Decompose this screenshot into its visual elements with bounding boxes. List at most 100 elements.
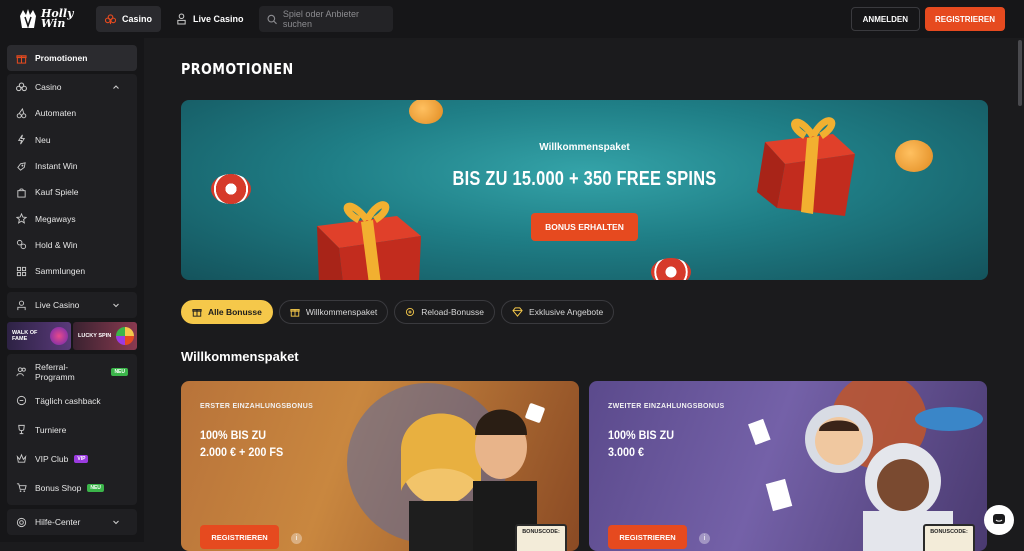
- wheel-icon: [116, 327, 134, 346]
- walk-of-fame-tile[interactable]: WALK OF FAME: [7, 322, 71, 351]
- cashback-icon: [16, 396, 27, 406]
- sidebar-extras: Referral-Programm NEU Täglich cashback T…: [7, 354, 137, 506]
- sidebar-item-automaten[interactable]: Automaten: [7, 100, 137, 126]
- sidebar-item-help[interactable]: Hilfe-Center: [7, 509, 137, 535]
- crown-icon: [20, 9, 36, 29]
- chat-button[interactable]: [984, 505, 1014, 535]
- rocket-icon: [17, 161, 26, 171]
- sidebar-item-label: Kauf Spiele: [35, 187, 79, 198]
- crown-icon: [16, 453, 27, 463]
- sidebar-promo-tiles: WALK OF FAME LUCKY SPIN: [7, 322, 137, 351]
- tab-live-casino-label: Live Casino: [193, 14, 244, 24]
- scrollbar[interactable]: [1016, 38, 1024, 542]
- sidebar-item-casino[interactable]: Casino: [7, 74, 137, 100]
- info-icon[interactable]: i: [291, 533, 302, 544]
- sidebar: Promotionen Casino Automaten Neu Instant…: [0, 38, 144, 542]
- chip-label: Alle Bonusse: [208, 307, 262, 317]
- sidebar-item-label: Promotionen: [35, 53, 88, 63]
- bonus-code-box[interactable]: BONUSCODE:: [515, 524, 567, 551]
- chip-label: Willkommenspaket: [305, 307, 378, 317]
- info-icon[interactable]: i: [699, 533, 710, 544]
- register-button[interactable]: REGISTRIEREN: [200, 525, 279, 549]
- new-badge: NEU: [87, 483, 104, 492]
- cart-icon: [16, 483, 27, 493]
- help-icon: [16, 517, 27, 527]
- second-deposit-card[interactable]: ZWEITER EINZAHLUNGSBONUS 100% BIS ZU 3.0…: [589, 381, 987, 551]
- sidebar-item-live-casino[interactable]: Live Casino: [7, 292, 137, 318]
- chevron-up-icon[interactable]: [112, 83, 120, 91]
- sidebar-item-label: Automaten: [35, 108, 77, 119]
- sidebar-item-label: Hilfe-Center: [35, 517, 81, 528]
- tile-label: WALK OF FAME: [12, 330, 38, 343]
- top-bar: Holly Win Casino Live Casino Spiel oder …: [0, 0, 1024, 38]
- sidebar-item-label: Live Casino: [35, 300, 80, 311]
- bonus-filter-chips: Alle Bonusse Willkommenspaket Reload-Bon…: [181, 300, 615, 324]
- chip-label: Exklusive Angebote: [529, 307, 604, 317]
- card-title: 100% BIS ZU 2.000 € + 200 FS: [200, 428, 284, 459]
- gift-icon: [290, 309, 300, 317]
- coins-icon: [16, 240, 27, 250]
- filter-exclusive-offers[interactable]: Exklusive Angebote: [501, 300, 615, 324]
- trophy-icon: [18, 425, 25, 435]
- sidebar-item-label: VIP Club: [35, 453, 69, 464]
- page-title: PROMOTIONEN: [181, 60, 294, 78]
- chip-icon: [211, 174, 251, 204]
- tab-live-casino[interactable]: Live Casino: [167, 6, 253, 32]
- tab-casino[interactable]: Casino: [96, 6, 162, 32]
- logo[interactable]: Holly Win: [18, 3, 82, 35]
- search-input[interactable]: Spiel oder Anbieter suchen: [258, 6, 393, 32]
- chevron-down-icon[interactable]: [112, 301, 120, 309]
- sidebar-item-megaways[interactable]: Megaways: [7, 205, 137, 231]
- tile-label: LUCKY SPIN: [78, 333, 112, 340]
- sidebar-item-label: Instant Win: [35, 161, 78, 172]
- sidebar-item-cashback[interactable]: Täglich cashback: [7, 386, 137, 415]
- sidebar-item-hold-win[interactable]: Hold & Win: [7, 232, 137, 258]
- tab-casino-label: Casino: [122, 14, 153, 24]
- bonus-claim-button[interactable]: BONUS ERHALTEN: [531, 213, 638, 241]
- gift-icon: [16, 54, 27, 64]
- dealer-icon: [177, 13, 186, 25]
- sidebar-item-label: Bonus Shop: [35, 482, 82, 493]
- sidebar-item-label: Megaways: [35, 213, 76, 224]
- sidebar-item-turniere[interactable]: Turniere: [7, 415, 137, 444]
- sidebar-item-bonus-shop[interactable]: Bonus Shop NEU: [7, 473, 137, 502]
- login-button[interactable]: ANMELDEN: [850, 7, 920, 31]
- main-content: PROMOTIONEN Willkommenspaket BIS ZU 15.0…: [144, 38, 1016, 551]
- sidebar-item-vip-club[interactable]: VIP Club VIP: [7, 444, 137, 473]
- new-badge: NEU: [111, 367, 128, 376]
- register-button[interactable]: REGISTRIEREN: [924, 7, 1005, 31]
- chip-label: Reload-Bonusse: [421, 307, 485, 317]
- sidebar-item-kauf-spiele[interactable]: Kauf Spiele: [7, 179, 137, 205]
- sidebar-item-instant-win[interactable]: Instant Win: [7, 153, 137, 179]
- gift-box-icon: [317, 201, 421, 280]
- club-icon: [16, 82, 27, 91]
- chevron-down-icon[interactable]: [112, 518, 120, 526]
- first-deposit-card[interactable]: ERSTER EINZAHLUNGSBONUS 100% BIS ZU 2.00…: [181, 381, 579, 551]
- filter-welcome-package[interactable]: Willkommenspaket: [278, 300, 389, 324]
- hero-banner[interactable]: Willkommenspaket BIS ZU 15.000 + 350 FRE…: [181, 100, 988, 280]
- gift-icon: [192, 309, 202, 317]
- cherries-icon: [16, 107, 27, 119]
- sidebar-item-neu[interactable]: Neu: [7, 127, 137, 153]
- bonus-code-box[interactable]: BONUSCODE:: [923, 524, 975, 551]
- hero-title: BIS ZU 15.000 + 350 FREE SPINS: [452, 168, 717, 190]
- scrollbar-thumb[interactable]: [1018, 40, 1022, 106]
- sidebar-item-referral[interactable]: Referral-Programm NEU: [7, 357, 137, 386]
- coin-icon: [409, 100, 443, 124]
- search-icon: [267, 14, 277, 24]
- search-placeholder: Spiel oder Anbieter suchen: [282, 9, 359, 29]
- card-label: ZWEITER EINZAHLUNGSBONUS: [608, 403, 725, 410]
- lucky-spin-tile[interactable]: LUCKY SPIN: [73, 322, 137, 351]
- sidebar-item-promotions[interactable]: Promotionen: [7, 45, 137, 71]
- card-title: 100% BIS ZU 3.000 €: [608, 428, 675, 459]
- register-button[interactable]: REGISTRIEREN: [608, 525, 687, 549]
- filter-all-bonuses[interactable]: Alle Bonusse: [181, 300, 273, 324]
- sidebar-item-label: Turniere: [35, 424, 67, 435]
- sidebar-item-sammlungen[interactable]: Sammlungen: [7, 258, 137, 284]
- star-icon: [16, 213, 27, 224]
- sidebar-item-label: Sammlungen: [35, 266, 86, 277]
- dealer-icon: [17, 300, 26, 310]
- shopping-bag-icon: [17, 188, 26, 198]
- sidebar-item-label: Referral-Programm: [35, 361, 75, 382]
- filter-reload-bonuses[interactable]: Reload-Bonusse: [394, 300, 496, 324]
